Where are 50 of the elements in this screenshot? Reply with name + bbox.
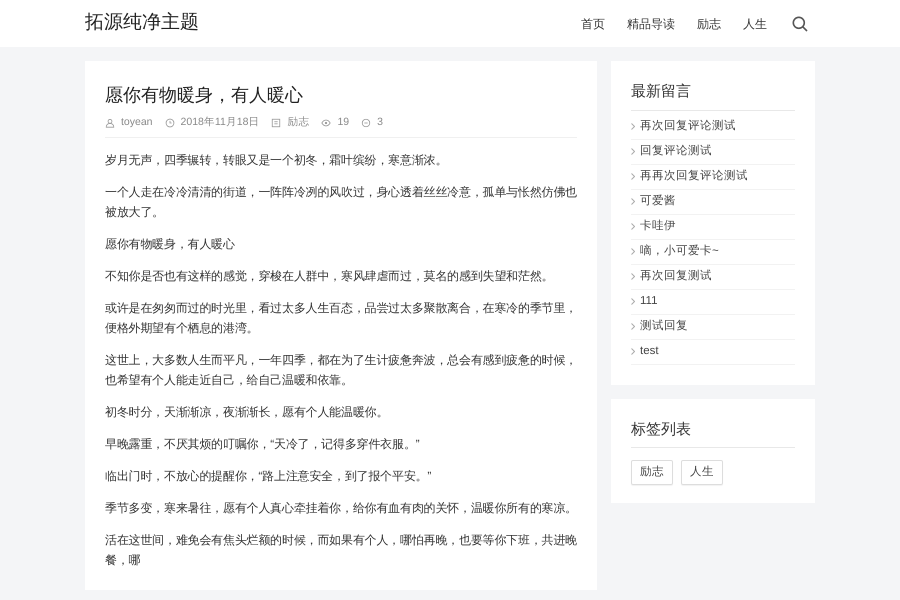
widget-title: 标签列表 [631,418,795,448]
paragraph: 季节多变，寒来暑往，愿有个人真心牵挂着你，给你有血有肉的关怀，温暖你所有的寒凉。 [105,500,577,517]
comment-link[interactable]: 111 [640,292,658,310]
paragraph: 早晚露重，不厌其烦的叮嘱你，“天冷了，记得多穿件衣服。” [105,436,420,453]
eye-icon [321,118,332,128]
chevron-icon [631,348,635,355]
chevron-icon [631,248,635,255]
comment-link[interactable]: 再次回复测试 [640,268,712,286]
chevron-icon [631,298,635,305]
comment-link[interactable]: 嘀，小可爱卡~ [640,242,719,260]
comment-count: 3 [377,115,383,130]
nav-link[interactable]: 精品导读 [627,14,675,32]
author-name[interactable]: toyean [121,115,153,131]
comment-link[interactable]: 卡哇伊 [640,218,676,236]
chevron-icon [631,323,635,330]
paragraph: 一个人走在冷冷清清的街道，一阵阵冷冽的风吹过，身心透着丝丝冷意，孤单与怅然仿佛也被放大了。 [105,184,577,221]
comment-link[interactable]: 再再次回复评论测试 [640,168,748,186]
tag-link[interactable]: 励志 [631,460,673,486]
site-title[interactable]: 拓源纯净主题 [85,9,199,38]
comment-link[interactable]: 可爱酱 [640,192,676,210]
paragraph: 或许是在匆匆而过的时光里，看过太多人生百态，品尝过太多聚散离合，在寒冷的季节里，便格外期望有个栖息的港湾。 [105,300,577,337]
clock-icon [164,118,175,128]
category-link[interactable]: 励志 [287,115,310,131]
comment-link[interactable]: 测试回复 [640,318,688,336]
article-title: 愿你有物暖身，有人暖心 [105,84,304,107]
paragraph: 不知你是否也有这样的感觉，穿梭在人群中，寒风肆虐而过，莫名的感到失望和茫然。 [105,268,554,285]
chevron-icon [631,148,635,155]
view-count: 19 [337,115,350,130]
nav-link[interactable]: 首页 [581,14,605,32]
nav-link[interactable]: 励志 [697,14,721,32]
widget-title: 最新留言 [631,81,795,110]
chevron-icon [631,173,635,180]
chevron-icon [631,123,635,130]
comment-link[interactable]: test [640,342,659,360]
person-icon [105,118,115,128]
nav-link[interactable]: 人生 [743,14,767,32]
paragraph: 临出门时，不放心的提醒你，“路上注意安全，到了报个平安。” [105,468,432,485]
tag-link[interactable]: 人生 [681,460,723,486]
chevron-icon [631,223,635,230]
paragraph: 活在这世间，难免会有焦头烂额的时候，而如果有个人，哪怕再晚，也要等你下班，共进晚餐，哪 [105,532,577,569]
paragraph: 这世上，大多数人生而平凡，一年四季，都在为了生计疲惫奔波，总会有感到疲惫的时候，也希望有个人能走近自己，给自己温暖和依靠。 [105,352,577,389]
comment-link[interactable]: 再次回复评论测试 [640,118,736,136]
chevron-icon [631,198,635,205]
paragraph: 初冬时分，天渐渐凉，夜渐渐长，愿有个人能温暖你。 [105,404,390,421]
post-date: 2018年11月18日 [180,115,260,130]
comment-link[interactable]: 回复评论测试 [640,142,712,160]
chevron-icon [631,273,635,280]
paragraph: 愿你有物暖身，有人暖心 [105,236,236,253]
paragraph: 岁月无声，四季辗转，转眼又是一个初冬，霜叶缤纷，寒意渐浓。 [105,152,448,169]
search-icon[interactable] [792,16,808,32]
